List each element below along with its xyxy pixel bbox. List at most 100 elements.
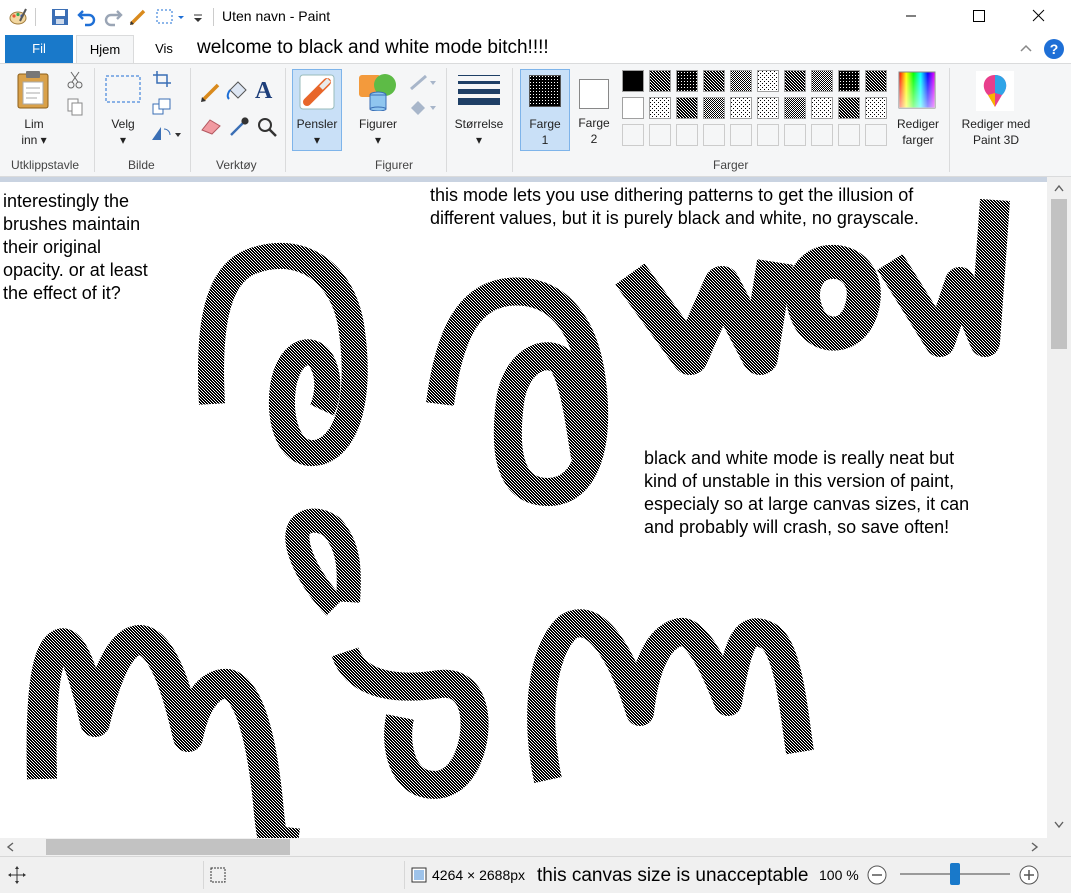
palette-swatch[interactable] xyxy=(865,97,887,119)
eraser-icon[interactable] xyxy=(200,116,222,136)
help-icon[interactable]: ? xyxy=(1044,39,1064,59)
text-tool-icon[interactable]: A xyxy=(255,78,272,105)
brushes-button[interactable]: Pensler ▾ xyxy=(292,69,342,151)
color-2-button[interactable]: Farge 2 xyxy=(570,69,618,151)
palette-swatch[interactable] xyxy=(784,97,806,119)
resize-icon[interactable] xyxy=(152,98,172,116)
tab-home[interactable]: Hjem xyxy=(76,35,134,63)
canvas-dimensions: 4264 × 2688px xyxy=(432,867,526,883)
palette-swatch[interactable] xyxy=(649,70,671,92)
pencil-icon[interactable] xyxy=(128,7,148,27)
tab-file[interactable]: Fil xyxy=(5,35,73,63)
palette-swatch-empty[interactable] xyxy=(703,124,725,146)
zoom-out-icon[interactable] xyxy=(866,864,888,886)
palette-swatch[interactable] xyxy=(730,70,752,92)
scroll-right-icon[interactable] xyxy=(1030,841,1040,853)
collapse-ribbon-icon[interactable] xyxy=(1018,40,1034,56)
paste-button-label[interactable]: Lim inn ▾ xyxy=(14,116,54,148)
shapes-icon[interactable] xyxy=(357,71,399,111)
canvas-note-1: interestingly the brushes maintain their… xyxy=(3,191,148,303)
crop-icon[interactable] xyxy=(152,70,172,88)
shapes-button-label[interactable]: Figurer ▾ xyxy=(355,116,401,148)
drawing-canvas[interactable]: interestingly the brushes maintain their… xyxy=(0,182,1047,838)
palette-swatch-empty[interactable] xyxy=(811,124,833,146)
select-button-label[interactable]: Velg ▾ xyxy=(103,116,143,148)
fill-icon[interactable] xyxy=(408,98,438,118)
save-icon[interactable] xyxy=(50,7,70,27)
palette-swatch-empty[interactable] xyxy=(838,124,860,146)
scroll-left-icon[interactable] xyxy=(5,841,15,853)
palette-swatch-empty[interactable] xyxy=(784,124,806,146)
palette-swatch[interactable] xyxy=(730,97,752,119)
palette-swatch-empty[interactable] xyxy=(622,124,644,146)
palette-swatch[interactable] xyxy=(811,70,833,92)
palette-swatch[interactable] xyxy=(838,97,860,119)
clipboard-group-label: Utklippstavle xyxy=(11,158,80,172)
separator xyxy=(203,861,204,889)
palette-swatch[interactable] xyxy=(676,70,698,92)
status-bar: 4264 × 2688px this canvas size is unacce… xyxy=(0,856,1071,893)
canvas-size-icon xyxy=(410,866,428,884)
paste-icon[interactable] xyxy=(15,70,55,110)
separator xyxy=(404,861,405,889)
palette-swatch[interactable] xyxy=(703,70,725,92)
copy-icon[interactable] xyxy=(66,97,84,117)
paint3d-icon[interactable] xyxy=(976,71,1014,111)
paint3d-label[interactable]: Rediger med Paint 3D xyxy=(954,116,1038,148)
color-picker-icon[interactable] xyxy=(228,116,250,138)
palette-swatch[interactable] xyxy=(649,97,671,119)
edit-colors-icon[interactable] xyxy=(898,71,936,109)
shapes-group-label: Figurer xyxy=(375,158,414,172)
pencil-tool-icon[interactable] xyxy=(200,81,222,103)
magnifier-icon[interactable] xyxy=(256,116,278,138)
size-icon[interactable] xyxy=(458,74,500,106)
colors-group-label: Farger xyxy=(713,158,749,172)
zoom-slider-thumb[interactable] xyxy=(950,863,960,885)
color-1-button[interactable]: Farge 1 xyxy=(520,69,570,151)
rotate-icon[interactable] xyxy=(150,123,182,143)
outline-icon[interactable] xyxy=(408,73,438,93)
size-button-label[interactable]: Størrelse ▾ xyxy=(448,116,510,148)
redo-icon[interactable] xyxy=(103,7,123,27)
customize-toolbar-icon[interactable] xyxy=(192,7,204,27)
palette-swatch[interactable] xyxy=(622,70,644,92)
palette-swatch[interactable] xyxy=(784,70,806,92)
separator xyxy=(949,68,950,172)
palette-swatch[interactable] xyxy=(757,70,779,92)
color-1-swatch xyxy=(529,75,561,107)
select-icon[interactable] xyxy=(104,74,142,106)
close-button[interactable] xyxy=(1015,0,1061,32)
paint-app-icon[interactable] xyxy=(8,7,28,27)
palette-swatch[interactable] xyxy=(622,97,644,119)
vertical-scroll-thumb[interactable] xyxy=(1051,199,1067,349)
tab-view[interactable]: Vis xyxy=(143,35,185,63)
palette-swatch-empty[interactable] xyxy=(676,124,698,146)
palette-swatch[interactable] xyxy=(838,70,860,92)
palette-swatch-empty[interactable] xyxy=(757,124,779,146)
horizontal-scroll-thumb[interactable] xyxy=(46,839,290,855)
edit-colors-label[interactable]: Rediger farger xyxy=(890,116,946,148)
zoom-in-icon[interactable] xyxy=(1018,864,1040,886)
palette-swatch[interactable] xyxy=(676,97,698,119)
undo-icon[interactable] xyxy=(77,7,97,27)
palette-swatch[interactable] xyxy=(757,97,779,119)
maximize-button[interactable] xyxy=(956,0,1002,32)
vertical-scrollbar[interactable] xyxy=(1047,177,1071,838)
palette-swatch[interactable] xyxy=(703,97,725,119)
separator xyxy=(190,68,191,172)
cut-icon[interactable] xyxy=(66,70,84,90)
select-rectangle-icon[interactable] xyxy=(155,7,175,27)
tools-group-label: Verktøy xyxy=(216,158,257,172)
palette-swatch-empty[interactable] xyxy=(649,124,671,146)
scroll-up-icon[interactable] xyxy=(1053,183,1065,193)
palette-swatch-empty[interactable] xyxy=(865,124,887,146)
horizontal-scrollbar[interactable] xyxy=(0,838,1047,856)
scroll-down-icon[interactable] xyxy=(1053,820,1065,830)
palette-swatch[interactable] xyxy=(811,97,833,119)
color-2-label: Farge xyxy=(578,116,610,130)
palette-swatch-empty[interactable] xyxy=(730,124,752,146)
chevron-down-icon[interactable] xyxy=(176,7,186,27)
palette-swatch[interactable] xyxy=(865,70,887,92)
fill-bucket-icon[interactable] xyxy=(226,80,250,102)
minimize-button[interactable] xyxy=(888,0,934,32)
